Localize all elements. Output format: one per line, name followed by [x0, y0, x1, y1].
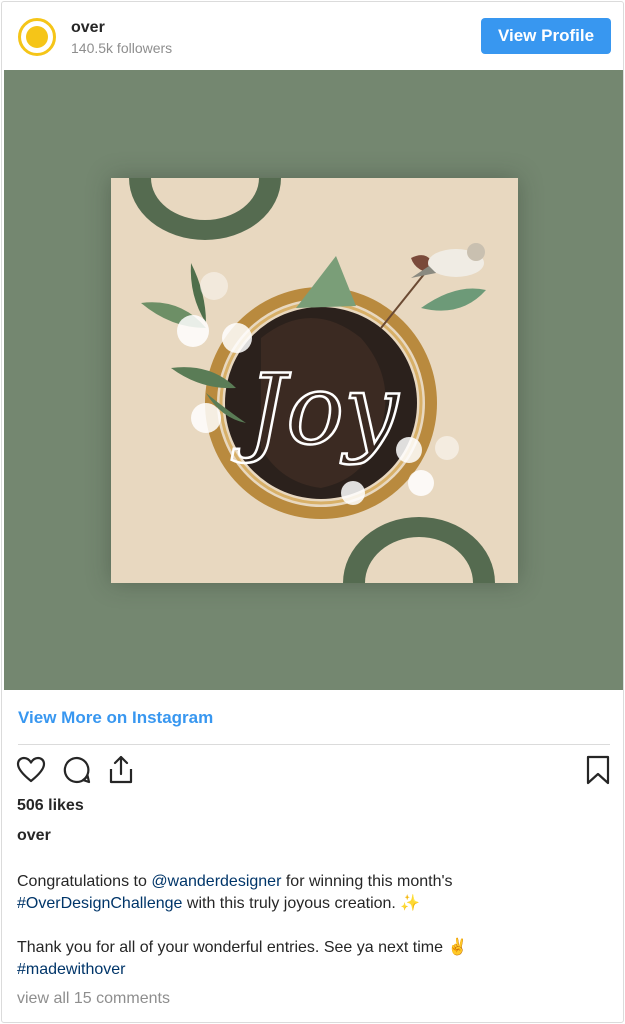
hashtag-link[interactable]: #madewithover: [17, 961, 126, 978]
caption-line-4: #madewithover: [17, 959, 613, 981]
comment-icon[interactable]: [61, 754, 93, 786]
follower-count: 140.5k followers: [71, 40, 173, 56]
avatar[interactable]: [18, 18, 56, 56]
instagram-embed-card: over 140.5k followers View Profile Joy V…: [1, 1, 624, 1023]
caption-username[interactable]: over: [17, 827, 51, 845]
view-profile-button[interactable]: View Profile: [481, 18, 611, 54]
username[interactable]: over: [71, 19, 105, 37]
caption-text: Thank you for all of your wonderful entr…: [17, 939, 468, 956]
hashtag-link[interactable]: #OverDesignChallenge: [17, 895, 182, 912]
heart-icon[interactable]: [15, 754, 47, 786]
caption-text: Congratulations to: [17, 873, 152, 890]
share-icon[interactable]: [105, 754, 137, 786]
view-comments-link[interactable]: view all 15 comments: [17, 990, 170, 1008]
caption-line-2: #OverDesignChallenge with this truly joy…: [17, 893, 613, 915]
caption-line-1: Congratulations to @wanderdesigner for w…: [17, 871, 613, 893]
bookmark-icon[interactable]: [582, 754, 614, 786]
caption-line-3: Thank you for all of your wonderful entr…: [17, 937, 613, 959]
post-header: over 140.5k followers View Profile: [2, 2, 623, 70]
view-more-link[interactable]: View More on Instagram: [18, 708, 213, 728]
caption-text: for winning this month's: [281, 873, 453, 890]
post-image[interactable]: Joy: [4, 70, 623, 690]
svg-text:Joy: Joy: [231, 354, 400, 466]
like-count[interactable]: 506 likes: [17, 797, 84, 815]
mention-link[interactable]: @wanderdesigner: [151, 873, 281, 890]
joy-collage-illustration: Joy: [129, 178, 495, 583]
over-logo-icon: [26, 26, 48, 48]
caption-text: with this truly joyous creation. ✨: [182, 895, 421, 912]
divider: [18, 744, 610, 745]
artwork: Joy: [111, 178, 518, 583]
